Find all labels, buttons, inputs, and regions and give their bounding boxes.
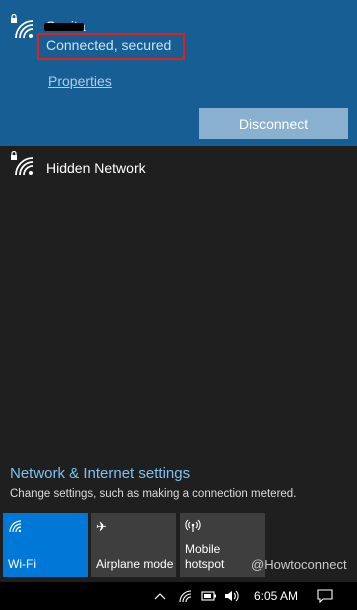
battery-icon[interactable] bbox=[199, 582, 219, 610]
tile-label: Mobile hotspot bbox=[185, 542, 224, 572]
tile-label: Airplane mode bbox=[96, 557, 174, 571]
secured-wifi-icon bbox=[10, 151, 36, 177]
properties-link[interactable]: Properties bbox=[48, 73, 112, 89]
network-settings-description: Change settings, such as making a connec… bbox=[10, 488, 297, 500]
volume-icon[interactable] bbox=[222, 582, 242, 610]
action-center-icon[interactable] bbox=[313, 582, 337, 610]
chevron-up-icon[interactable] bbox=[150, 582, 170, 610]
clock[interactable]: 6:05 AM bbox=[246, 582, 306, 610]
taskbar: 6:05 AM bbox=[0, 582, 357, 610]
wifi-tray-icon[interactable] bbox=[176, 582, 196, 610]
network-settings-link[interactable]: Network & Internet settings bbox=[10, 465, 190, 482]
wifi-icon bbox=[8, 519, 24, 536]
secured-wifi-icon bbox=[10, 14, 36, 40]
annotation-highlight-box bbox=[37, 33, 185, 60]
watermark: @Howtoconnect bbox=[251, 557, 347, 572]
tile-label: Wi-Fi bbox=[8, 557, 36, 571]
disconnect-button[interactable]: Disconnect bbox=[199, 108, 348, 139]
connected-network-item[interactable]: Sunita Connected, secured Properties Dis… bbox=[0, 0, 357, 146]
hotspot-icon bbox=[185, 519, 201, 536]
tile-label-text: Mobile hotspot bbox=[185, 542, 225, 571]
airplane-icon: ✈ bbox=[96, 519, 107, 534]
airplane-mode-quick-action[interactable]: ✈ Airplane mode bbox=[91, 513, 176, 577]
redaction-mark bbox=[44, 23, 84, 31]
wifi-quick-action[interactable]: Wi-Fi bbox=[3, 513, 88, 577]
network-flyout: Sunita Connected, secured Properties Dis… bbox=[0, 0, 357, 582]
hidden-network-name: Hidden Network bbox=[46, 160, 146, 176]
